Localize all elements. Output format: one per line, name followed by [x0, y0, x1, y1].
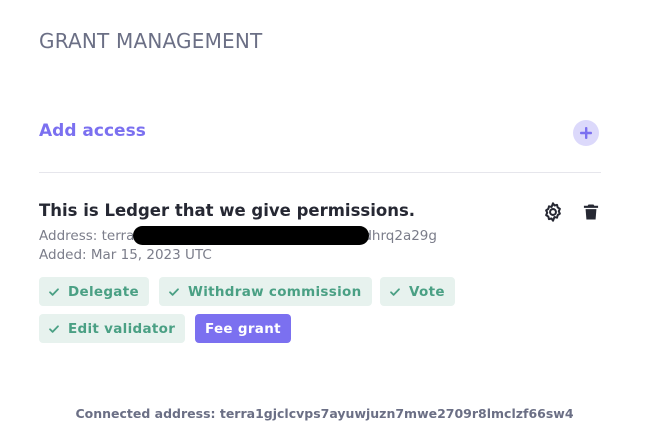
- plus-icon: [580, 127, 592, 139]
- grant-title: This is Ledger that we give permissions.: [39, 201, 416, 220]
- address-redaction: [133, 226, 369, 245]
- check-icon: [49, 324, 59, 333]
- grant-address-label: Address: terra: [39, 228, 135, 244]
- page-title: GRANT MANAGEMENT: [39, 29, 263, 53]
- check-icon: [49, 287, 59, 296]
- permission-chip-edit-validator: Edit validator: [39, 314, 186, 343]
- permission-chip-withdraw-commission: Withdraw commission: [159, 277, 372, 306]
- add-access-button[interactable]: [573, 120, 599, 146]
- connected-address: Connected address: terra1gjclcvps7ayuwju…: [75, 406, 574, 421]
- divider: [39, 172, 601, 173]
- grant-added-date: Added: Mar 15, 2023 UTC: [39, 247, 212, 263]
- add-access-row[interactable]: Add access: [39, 118, 599, 148]
- permission-chip-vote: Vote: [380, 277, 455, 306]
- add-access-label[interactable]: Add access: [39, 121, 146, 141]
- permission-chip-delegate: Delegate: [39, 277, 149, 306]
- grant-settings-button[interactable]: [541, 200, 565, 224]
- grant-address-suffix: dhrq2a29g: [363, 228, 437, 244]
- grant-delete-button[interactable]: [579, 200, 603, 224]
- gear-icon: [545, 202, 561, 222]
- trash-icon: [583, 204, 599, 220]
- check-icon: [390, 287, 400, 296]
- check-icon: [169, 287, 179, 296]
- permission-chip-fee-grant: Fee grant: [195, 314, 291, 343]
